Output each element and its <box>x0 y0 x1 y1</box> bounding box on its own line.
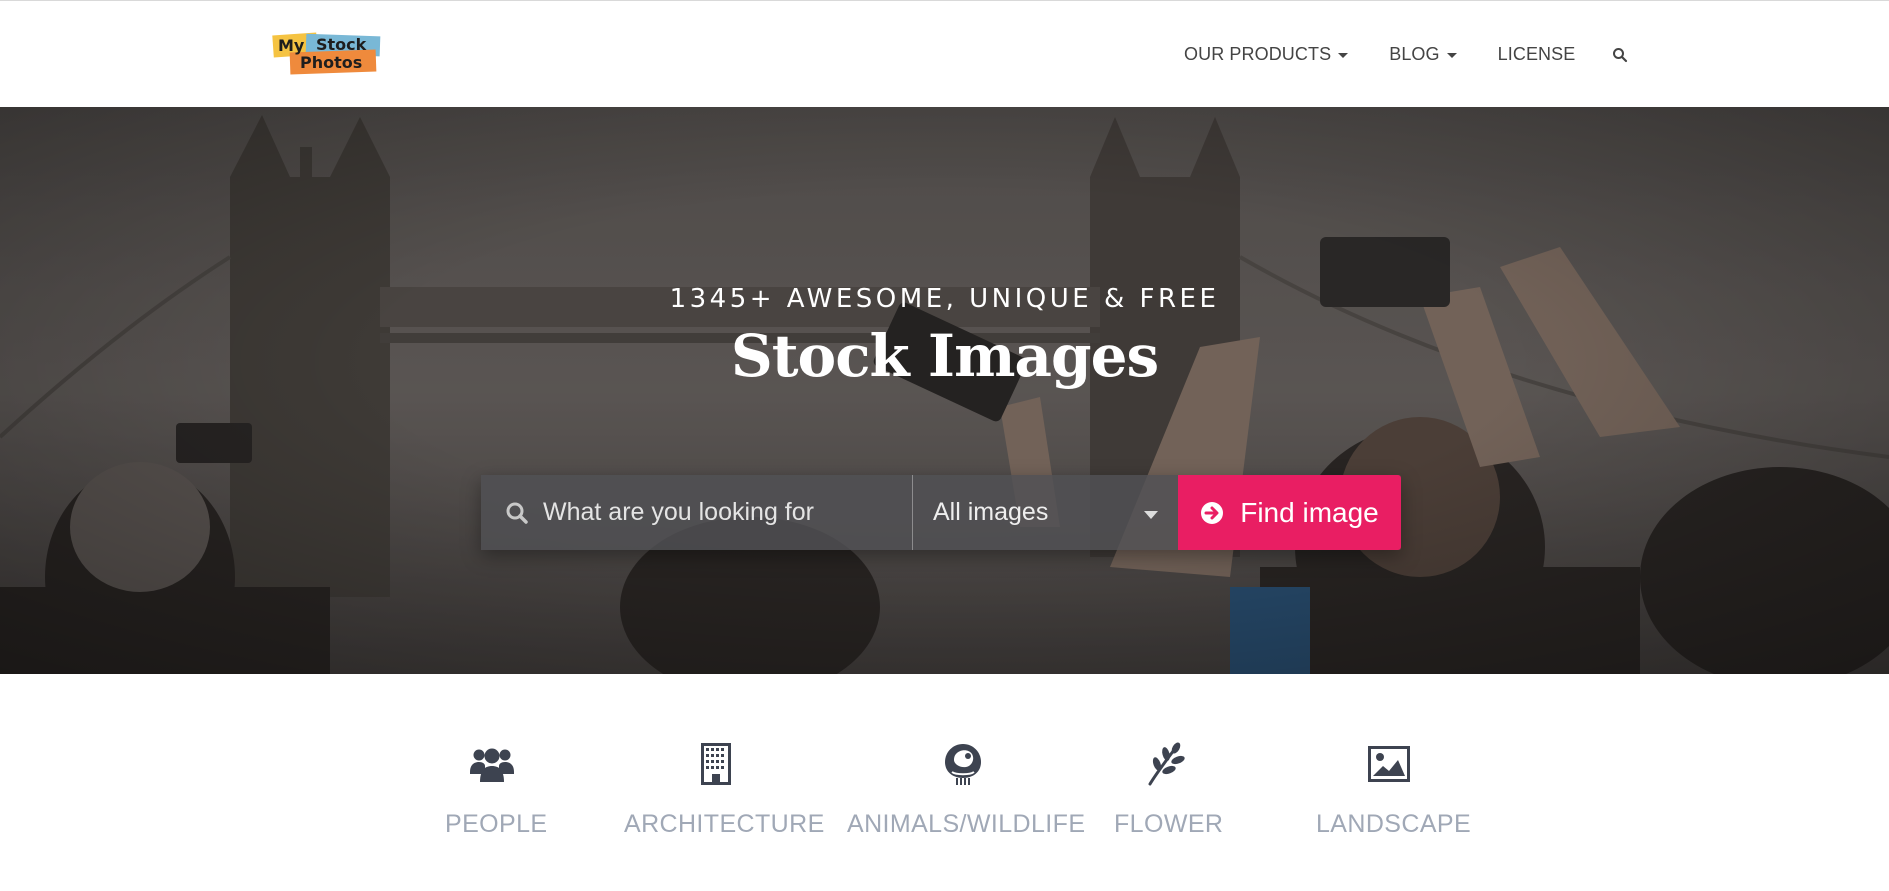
animal-icon <box>945 744 981 785</box>
chevron-down-icon <box>1446 53 1457 58</box>
logo-word-stock: Stock <box>316 35 367 54</box>
nav-license-label: LICENSE <box>1497 44 1576 64</box>
chevron-down-icon <box>1338 53 1349 58</box>
plant-icon <box>1148 742 1185 786</box>
search-bar: All images Find image <box>481 475 1401 550</box>
hero-subtitle: 1345+ AWESOME, UNIQUE & FREE <box>669 284 1220 314</box>
image-type-select[interactable]: All images <box>913 475 1178 550</box>
search-icon[interactable] <box>1612 47 1628 63</box>
search-icon <box>506 502 528 524</box>
search-input[interactable] <box>543 498 903 527</box>
arrow-circle-right-icon <box>1201 501 1224 524</box>
category-flower[interactable]: FLOWER <box>1114 740 1224 839</box>
logo-word-photos: Photos <box>300 53 362 72</box>
find-image-button[interactable]: Find image <box>1178 475 1401 550</box>
people-icon <box>470 748 514 782</box>
category-people-label: PEOPLE <box>445 810 548 838</box>
nav-our-products-label: OUR PRODUCTS <box>1184 44 1332 64</box>
image-type-selected: All images <box>933 498 1049 526</box>
find-image-label: Find image <box>1240 496 1379 528</box>
category-landscape-label: LANDSCAPE <box>1316 810 1472 838</box>
category-architecture[interactable]: ARCHITECTURE <box>624 740 825 839</box>
nav-blog[interactable]: BLOG <box>1389 44 1457 65</box>
landscape-icon <box>1368 746 1410 782</box>
category-list: PEOPLE ARCHITECTURE ANIMALS/WILDLIFE FLO… <box>0 740 1889 880</box>
nav-license[interactable]: LICENSE <box>1498 44 1576 65</box>
search-field[interactable] <box>481 475 913 550</box>
category-flower-label: FLOWER <box>1114 810 1224 838</box>
category-landscape[interactable]: LANDSCAPE <box>1316 740 1472 839</box>
hero-section: 1345+ AWESOME, UNIQUE & FREE Stock Image… <box>0 107 1889 674</box>
category-architecture-label: ARCHITECTURE <box>624 810 825 838</box>
hero-background-photo <box>0 107 1889 674</box>
category-animals-wildlife[interactable]: ANIMALS/WILDLIFE <box>847 740 1086 839</box>
main-nav: OUR PRODUCTS BLOG LICENSE <box>1184 44 1628 65</box>
nav-our-products[interactable]: OUR PRODUCTS <box>1184 44 1349 65</box>
category-animals-wildlife-label: ANIMALS/WILDLIFE <box>847 810 1086 838</box>
building-icon <box>701 743 731 785</box>
chevron-down-icon <box>1144 511 1158 519</box>
nav-blog-label: BLOG <box>1389 44 1440 64</box>
category-people[interactable]: PEOPLE <box>445 740 548 839</box>
mystockphotos-logo[interactable]: My Stock Photos <box>272 31 386 79</box>
site-header: My Stock Photos OUR PRODUCTS BLOG LICENS… <box>0 0 1889 107</box>
hero-title: Stock Images <box>730 322 1159 390</box>
